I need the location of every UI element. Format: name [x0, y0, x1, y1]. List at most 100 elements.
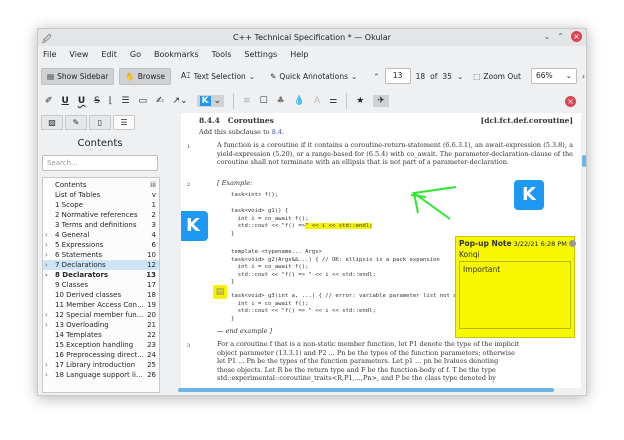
expand-icon[interactable]: › [45, 270, 48, 280]
expand-icon[interactable]: › [45, 260, 48, 270]
contents-item[interactable]: › 6 Statements 10 [43, 250, 159, 260]
star-icon[interactable]: ★ [356, 96, 364, 106]
contents-item[interactable]: Contents iii [43, 180, 159, 190]
horizontal-scrollbar[interactable] [178, 388, 554, 392]
note-icon[interactable]: ▤ [213, 285, 227, 299]
section-link[interactable]: 8.4. [272, 128, 284, 136]
contents-tab[interactable]: ☰ [113, 115, 135, 130]
settings-sliders-icon[interactable]: ⚌ [329, 96, 337, 106]
contents-item[interactable]: › 18 Language support li... 26 [43, 370, 159, 380]
contents-item[interactable]: 11 Member Access Con... 19 [43, 300, 159, 310]
popup-note-text[interactable]: Important [459, 261, 571, 329]
contents-item[interactable]: › 5 Expressions 6 [43, 240, 159, 250]
fill-color-icon[interactable]: ♣ [277, 96, 285, 106]
okular-window: 🖉 C++ Technical Specification * — Okular… [37, 28, 587, 396]
contents-item[interactable]: › 8 Declarators 13 [43, 270, 159, 280]
page-label: 18 [415, 71, 426, 81]
separator [346, 93, 348, 109]
zoom-select[interactable]: 66% ⌄ [530, 68, 577, 84]
text-line: std::experimental::coroutine_traits<R,P1… [217, 374, 496, 383]
contents-item[interactable]: › 13 Overloading 21 [43, 320, 159, 330]
rectangle-icon[interactable]: ☐ [260, 96, 268, 106]
para-number: 2 [187, 182, 191, 188]
contents-item[interactable]: › 17 Library introduction 25 [43, 360, 159, 370]
maximize-icon[interactable]: ⌃ [557, 32, 564, 41]
chevron-down-icon: ⌄ [248, 71, 256, 81]
expand-icon[interactable]: › [45, 370, 48, 380]
font-icon[interactable]: A [314, 96, 320, 106]
menu-file[interactable]: File [43, 50, 56, 59]
underline-icon[interactable]: U [62, 96, 69, 106]
page-number: iii [150, 181, 156, 189]
menu-view[interactable]: View [69, 50, 88, 59]
code-block: template <typename... Args> task<void> g… [231, 249, 440, 286]
kde-stamp-icon[interactable]: K [181, 211, 208, 241]
popup-note-icon[interactable]: ▭ [138, 96, 147, 106]
close-annotation-toolbar-icon[interactable]: × [565, 95, 576, 107]
page-number-input[interactable]: 13 [384, 68, 411, 84]
chevron-down-icon: ⌄ [565, 71, 572, 80]
arrow-icon[interactable]: ↗⌄ [173, 96, 188, 106]
opacity-icon[interactable]: 💧 [294, 96, 305, 106]
menu-bookmarks[interactable]: Bookmarks [154, 50, 199, 59]
show-sidebar-button[interactable]: ▤ Show Sidebar [41, 67, 115, 85]
kde-stamp-icon[interactable]: K [514, 180, 544, 210]
highlighter-icon[interactable]: ✐ [45, 96, 53, 106]
contents-item[interactable]: 15 Exception handling 23 [43, 340, 159, 350]
pin-icon[interactable]: ✈ [373, 95, 389, 107]
contents-item[interactable]: 2 Normative references 2 [43, 210, 159, 220]
typewriter-icon[interactable]: ⌊ [109, 96, 113, 106]
menu-settings[interactable]: Settings [244, 50, 277, 59]
contents-item[interactable]: 10 Derived classes 18 [43, 290, 159, 300]
text-selection-button[interactable]: A⌶ Text Selection ⌄ [176, 68, 260, 84]
contents-item[interactable]: 3 Terms and definitions 3 [43, 220, 159, 230]
quick-annotations-button[interactable]: ✎ Quick Annotations ⌄ [265, 69, 362, 84]
more-icon[interactable]: › [582, 72, 585, 81]
stamp-icon[interactable]: K ⌄ [196, 95, 225, 107]
expand-icon[interactable]: › [45, 230, 48, 240]
browse-button[interactable]: ✋ Browse [119, 67, 172, 85]
strikeout-icon[interactable]: S [94, 96, 100, 106]
expand-icon[interactable]: › [45, 320, 48, 330]
bookmarks-tab[interactable]: ▯ [89, 115, 111, 130]
squiggle-icon[interactable]: U [78, 96, 85, 106]
next-page-icon[interactable]: ⌄ [457, 72, 463, 81]
highlight-annotation[interactable]: " << i << std::endl; [305, 223, 373, 230]
menu-go[interactable]: Go [130, 50, 141, 59]
zoom-out-button[interactable]: ⬚ Zoom Out [468, 69, 526, 84]
popup-note[interactable]: Pop-up Note 3/22/21 6:28 PM Konqi Import… [455, 236, 576, 338]
previous-page-icon[interactable]: ⌃ [373, 72, 379, 81]
inline-note-icon[interactable]: ☰ [121, 96, 129, 106]
expand-icon[interactable]: › [45, 250, 48, 260]
popup-note-date: 3/22/21 6:28 PM [513, 239, 567, 248]
contents-item[interactable]: 1 Scope 1 [43, 200, 159, 210]
sidebar-title: Contents [77, 138, 123, 149]
expand-icon[interactable]: › [45, 310, 48, 320]
page-number: 18 [147, 291, 156, 299]
contents-item[interactable]: › 12 Special member fun... 20 [43, 310, 159, 320]
freehand-icon[interactable]: ✍ [156, 96, 164, 106]
thumbnails-tab[interactable]: ▨ [41, 115, 63, 130]
contents-item[interactable]: › 7 Declarations 12 [43, 260, 159, 270]
popup-note-close-icon[interactable] [568, 240, 576, 247]
vertical-scrollbar[interactable] [582, 155, 586, 167]
menu-tools[interactable]: Tools [212, 50, 232, 59]
sidebar: ▨ ✎ ▯ ☰ Contents Search... Contents iii Li… [38, 113, 162, 395]
expand-icon[interactable]: › [45, 240, 48, 250]
expand-icon[interactable]: › [45, 360, 48, 370]
menu-help[interactable]: Help [290, 50, 308, 59]
contents-search-input[interactable]: Search... [42, 155, 158, 171]
annotations-tab[interactable]: ✎ [65, 115, 87, 130]
contents-item[interactable]: › 4 General 4 [43, 230, 159, 240]
freehand-arrow-annotation[interactable] [406, 183, 466, 223]
minimize-icon[interactable]: ⌄ [544, 32, 551, 41]
menu-edit[interactable]: Edit [101, 50, 117, 59]
page-total: 35 [442, 71, 452, 81]
contents-item[interactable]: 16 Preprocessing direct... 24 [43, 350, 159, 360]
contents-item[interactable]: List of Tables v [43, 190, 159, 200]
contents-item[interactable]: 14 Templates 22 [43, 330, 159, 340]
main-toolbar: ▤ Show Sidebar ✋ Browse A⌶ Text Selection ⌄ … [38, 64, 586, 88]
contents-item[interactable]: 9 Classes 17 [43, 280, 159, 290]
line-width-icon[interactable]: ≡ [243, 96, 251, 106]
close-icon[interactable]: × [571, 31, 582, 42]
